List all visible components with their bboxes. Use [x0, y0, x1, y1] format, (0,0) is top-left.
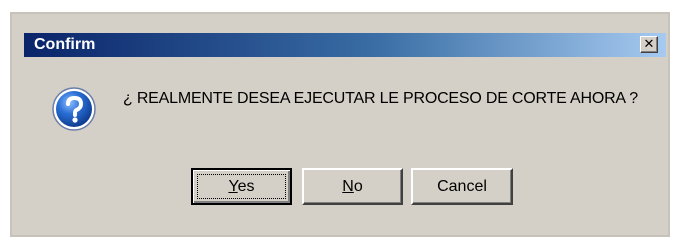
window-title: Confirm [34, 36, 96, 53]
confirm-message: ¿ REALMENTE DESEA EJECUTAR LE PROCESO DE… [123, 90, 638, 107]
cancel-button-label: Cancel [437, 177, 487, 195]
yes-button[interactable]: Yes [191, 168, 292, 205]
focus-ring [197, 174, 286, 199]
close-icon: ✕ [643, 37, 655, 52]
no-button-label: No [342, 177, 363, 195]
cancel-button[interactable]: Cancel [411, 168, 513, 205]
title-bar[interactable]: Confirm ✕ [24, 33, 666, 57]
no-button[interactable]: No [302, 168, 403, 205]
question-icon [52, 87, 96, 131]
close-button[interactable]: ✕ [640, 36, 658, 53]
